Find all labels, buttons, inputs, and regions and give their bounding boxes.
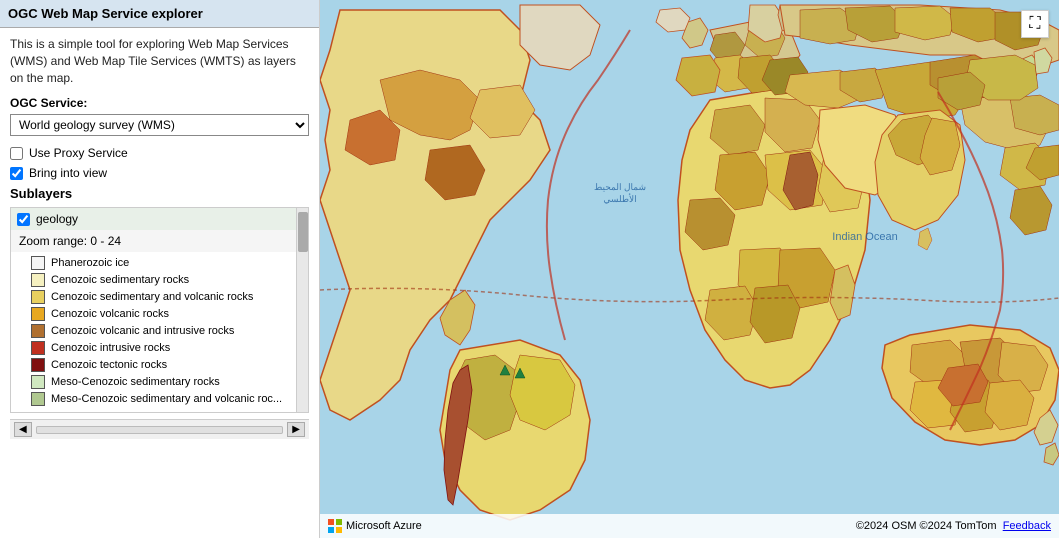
ms-logo-red (328, 519, 334, 525)
legend-item: Meso-Cenozoic sedimentary rocks (31, 375, 300, 389)
legend-label: Cenozoic sedimentary and volcanic rocks (51, 291, 253, 303)
ogc-service-dropdown[interactable]: World geology survey (WMS) (10, 114, 309, 136)
legend-label: Phanerozoic ice (51, 257, 129, 269)
bring-into-view-row: Bring into view (10, 166, 309, 180)
use-proxy-checkbox[interactable] (10, 147, 23, 160)
microsoft-azure-label: Microsoft Azure (346, 520, 422, 532)
ms-logo-yellow (336, 527, 342, 533)
legend-label: Cenozoic volcanic rocks (51, 308, 169, 320)
scroll-right-button[interactable]: ▶ (287, 422, 305, 437)
vertical-scrollbar[interactable] (296, 208, 308, 412)
sidebar: OGC Web Map Service explorer This is a s… (0, 0, 320, 538)
sublayers-header: Sublayers (10, 186, 309, 201)
legend-section: Phanerozoic ice Cenozoic sedimentary rock… (11, 252, 308, 412)
map-footer: Microsoft Azure ©2024 OSM ©2024 TomTom F… (320, 514, 1059, 538)
microsoft-azure-branding: Microsoft Azure (328, 519, 422, 533)
legend-swatch (31, 307, 45, 321)
legend-label: Cenozoic intrusive rocks (51, 342, 170, 354)
horizontal-scroll-area: ◀ ▶ (10, 419, 309, 439)
legend-item: Cenozoic volcanic and intrusive rocks (31, 324, 300, 338)
sublayer-name[interactable]: geology (36, 212, 78, 226)
legend-swatch (31, 358, 45, 372)
sublayers-box: geology Zoom range: 0 - 24 Phanerozoic i… (10, 207, 309, 413)
legend-label: Cenozoic volcanic and intrusive rocks (51, 325, 234, 337)
legend-swatch (31, 273, 45, 287)
legend-item: Cenozoic sedimentary rocks (31, 273, 300, 287)
legend-item: Cenozoic sedimentary and volcanic rocks (31, 290, 300, 304)
legend-label: Cenozoic sedimentary rocks (51, 274, 189, 286)
sidebar-header: OGC Web Map Service explorer (0, 0, 319, 28)
zoom-range: Zoom range: 0 - 24 (11, 230, 308, 252)
use-proxy-label[interactable]: Use Proxy Service (29, 146, 128, 160)
microsoft-logo (328, 519, 342, 533)
scroll-track[interactable] (36, 426, 284, 434)
use-proxy-row: Use Proxy Service (10, 146, 309, 160)
scrollbar-thumb (298, 212, 308, 252)
ms-logo-green (336, 519, 342, 525)
copyright-text: ©2024 OSM ©2024 TomTom Feedback (856, 520, 1051, 532)
legend-swatch (31, 392, 45, 406)
description-text: This is a simple tool for exploring Web … (10, 36, 309, 86)
sublayer-checkbox[interactable] (17, 213, 30, 226)
legend-swatch (31, 256, 45, 270)
legend-swatch (31, 375, 45, 389)
scroll-left-button[interactable]: ◀ (14, 422, 32, 437)
legend-swatch (31, 290, 45, 304)
legend-label: Cenozoic tectonic rocks (51, 359, 167, 371)
legend-swatch (31, 324, 45, 338)
map-area: Indian Ocean شمال المحيط الأطلسي ⛶ Micro… (320, 0, 1059, 538)
sidebar-content: This is a simple tool for exploring Web … (0, 28, 319, 538)
svg-text:شمال المحيط: شمال المحيط (594, 182, 646, 192)
sublayer-row: geology (11, 208, 308, 230)
legend-label: Meso-Cenozoic sedimentary and volcanic r… (51, 393, 282, 405)
bring-into-view-checkbox[interactable] (10, 167, 23, 180)
sidebar-title: OGC Web Map Service explorer (8, 6, 203, 21)
legend-item: Meso-Cenozoic sedimentary and volcanic r… (31, 392, 300, 406)
legend-item: Cenozoic volcanic rocks (31, 307, 300, 321)
feedback-link[interactable]: Feedback (1003, 520, 1051, 532)
legend-item: Cenozoic tectonic rocks (31, 358, 300, 372)
map-zoom-button[interactable]: ⛶ (1021, 10, 1049, 38)
ogc-service-label: OGC Service: (10, 96, 309, 110)
legend-swatch (31, 341, 45, 355)
svg-text:الأطلسي: الأطلسي (603, 193, 636, 204)
zoom-icon: ⛶ (1029, 15, 1040, 33)
ms-logo-blue (328, 527, 334, 533)
legend-label: Meso-Cenozoic sedimentary rocks (51, 376, 220, 388)
legend-item: Phanerozoic ice (31, 256, 300, 270)
bring-into-view-label[interactable]: Bring into view (29, 166, 107, 180)
svg-text:Indian Ocean: Indian Ocean (832, 231, 897, 243)
map-svg: Indian Ocean شمال المحيط الأطلسي (320, 0, 1059, 538)
legend-item: Cenozoic intrusive rocks (31, 341, 300, 355)
